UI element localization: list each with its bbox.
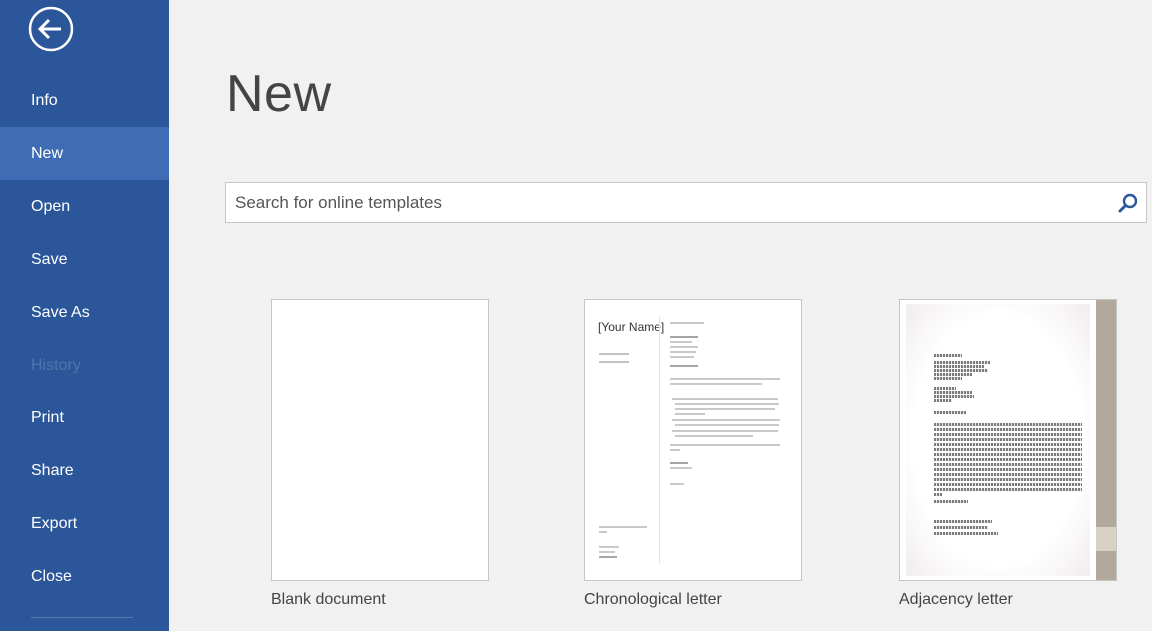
nav-save-as[interactable]: Save As (0, 286, 169, 339)
nav-new[interactable]: New (0, 127, 169, 180)
search-input[interactable] (226, 183, 1106, 222)
nav-share[interactable]: Share (0, 444, 169, 497)
template-adjacency-letter[interactable]: Adjacency letter (899, 299, 1117, 608)
nav-open[interactable]: Open (0, 180, 169, 233)
search-icon[interactable] (1118, 193, 1138, 213)
sidebar-divider (31, 617, 133, 618)
nav-export[interactable]: Export (0, 497, 169, 550)
template-blank-document[interactable]: Blank document (271, 299, 489, 608)
template-thumbnail: [Your Name] (584, 299, 802, 581)
nav-save[interactable]: Save (0, 233, 169, 286)
nav-print[interactable]: Print (0, 391, 169, 444)
page-title: New (226, 65, 332, 123)
nav-close[interactable]: Close (0, 550, 169, 603)
template-search-box (225, 182, 1147, 223)
nav-info[interactable]: Info (0, 74, 169, 127)
template-chronological-letter[interactable]: [Your Name] Chronological letter (584, 299, 802, 608)
back-button[interactable] (27, 5, 75, 53)
thumb-name-placeholder: [Your Name] (598, 320, 665, 334)
template-thumbnail (271, 299, 489, 581)
template-label: Adjacency letter (899, 591, 1013, 608)
template-label: Blank document (271, 591, 386, 608)
back-arrow-circle-icon (28, 6, 74, 52)
backstage-sidebar: Info New Open Save Save As History Print… (0, 0, 169, 631)
template-label: Chronological letter (584, 591, 722, 608)
nav-history: History (31, 357, 81, 374)
template-thumbnail (899, 299, 1117, 581)
